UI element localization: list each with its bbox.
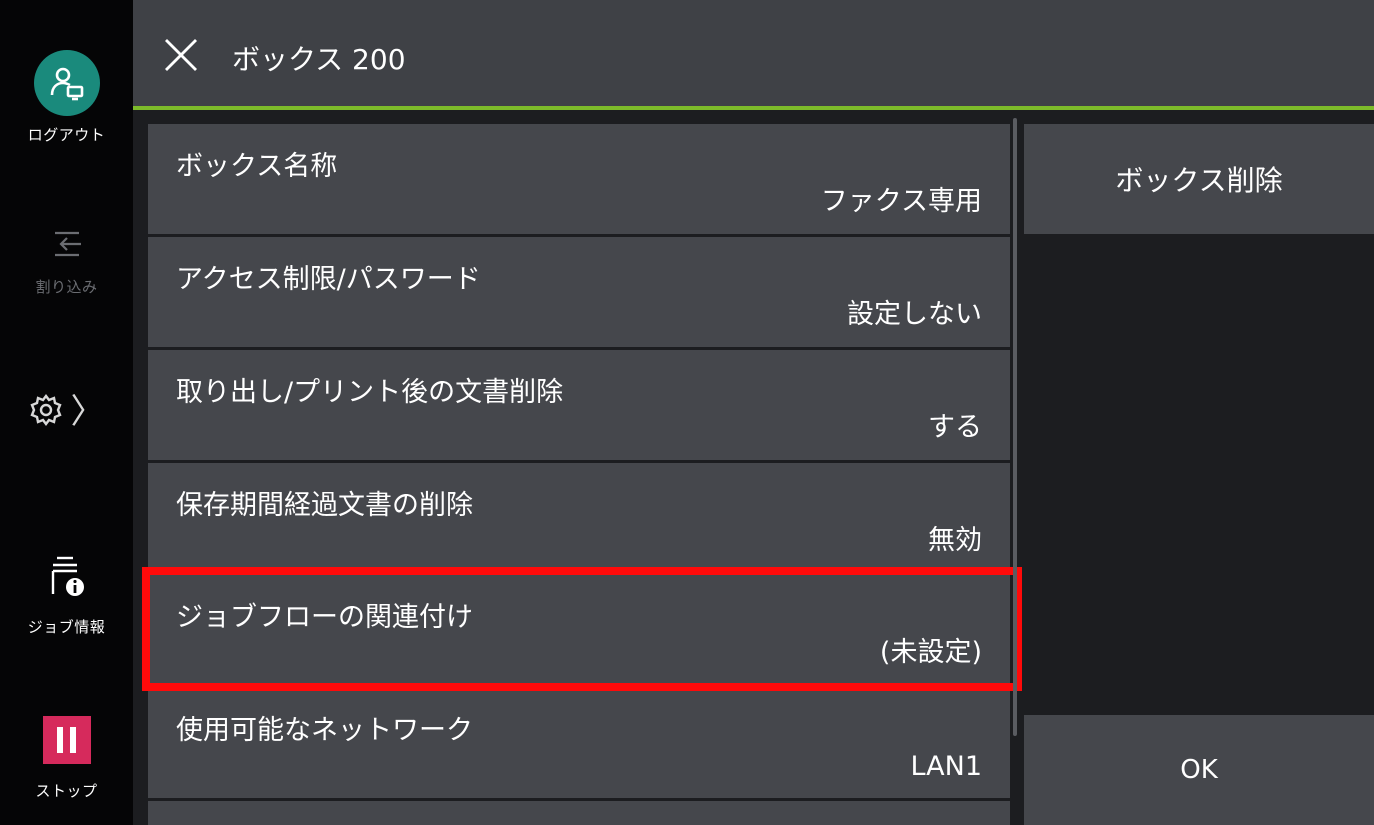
settings-button[interactable]: 〉 <box>0 390 133 434</box>
logout-label: ログアウト <box>27 126 106 144</box>
row-label: ボックス名称 <box>176 151 338 182</box>
row-label: 使用可能なネットワーク <box>176 715 473 746</box>
interrupt-label: 割り込み <box>35 278 98 296</box>
setting-row-expired-delete[interactable]: 保存期間経過文書の削除 無効 <box>148 463 1010 573</box>
logout-button[interactable]: ログアウト <box>0 50 133 145</box>
scrollbar[interactable] <box>1013 118 1017 736</box>
setting-row-box-name[interactable]: ボックス名称 ファクス専用 <box>148 124 1010 234</box>
interrupt-button[interactable]: 割り込み <box>0 222 133 297</box>
setting-row-access-password[interactable]: アクセス制限/パスワード 設定しない <box>148 237 1010 347</box>
page-title: ボックス 200 <box>232 43 406 76</box>
row-value: 無効 <box>928 525 982 556</box>
setting-row-partial[interactable] <box>148 801 1010 825</box>
highlight-box <box>142 567 1022 691</box>
delete-box-button[interactable]: ボックス削除 <box>1024 124 1374 234</box>
row-value: する <box>928 412 982 443</box>
job-info-button[interactable]: ジョブ情報 <box>0 550 133 637</box>
job-info-label: ジョブ情報 <box>27 618 106 636</box>
gear-icon <box>29 393 63 431</box>
ok-button[interactable]: OK <box>1024 715 1374 825</box>
row-label: 保存期間経過文書の削除 <box>176 490 473 521</box>
setting-row-delete-after-print[interactable]: 取り出し/プリント後の文書削除 する <box>148 350 1010 460</box>
close-icon[interactable] <box>162 36 200 74</box>
pause-icon <box>42 716 91 764</box>
row-label: 取り出し/プリント後の文書削除 <box>176 377 564 408</box>
row-value: 設定しない <box>847 299 982 330</box>
row-label: アクセス制限/パスワード <box>176 264 481 295</box>
interrupt-icon <box>0 222 133 266</box>
sidebar: ログアウト 割り込み 〉 ジョブ情報 ストップ <box>0 0 133 825</box>
setting-row-available-network[interactable]: 使用可能なネットワーク LAN1 <box>148 688 1010 798</box>
stop-label: ストップ <box>35 782 98 800</box>
user-logout-icon <box>33 50 100 116</box>
row-value: LAN1 <box>910 751 982 782</box>
row-value: ファクス専用 <box>820 186 982 217</box>
chevron-right-icon: 〉 <box>70 392 105 432</box>
stop-button[interactable]: ストップ <box>0 716 133 801</box>
job-info-icon <box>0 550 133 602</box>
